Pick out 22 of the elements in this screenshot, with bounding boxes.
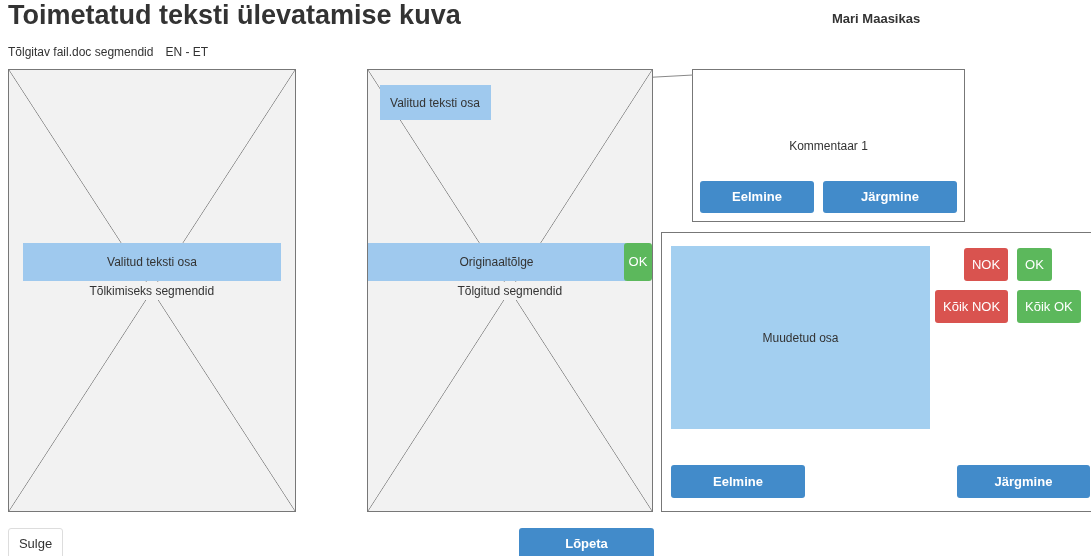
next-button[interactable]: Järgmine	[957, 465, 1090, 498]
panel-caption: Tõlgitud segmendid	[455, 282, 565, 300]
selected-segment[interactable]: Valitud teksti osa	[23, 243, 281, 281]
user-name: Mari Maasikas	[832, 10, 921, 28]
language-pair: EN - ET	[165, 45, 209, 59]
previous-button[interactable]: Eelmine	[671, 465, 805, 498]
previous-button[interactable]: Eelmine	[700, 181, 814, 213]
next-button[interactable]: Järgmine	[823, 181, 957, 213]
finish-button[interactable]: Lõpeta	[519, 528, 654, 556]
page-title: Toimetatud teksti ülevatamise kuva	[8, 0, 462, 30]
ok-button[interactable]: OK	[624, 243, 652, 281]
changed-part[interactable]: Muudetud osa	[671, 246, 930, 429]
reject-button[interactable]: NOK	[963, 248, 1009, 281]
reject-button[interactable]: Kõik NOK	[935, 290, 1009, 323]
accept-button[interactable]: Kõik OK	[1017, 290, 1081, 323]
accept-button[interactable]: OK	[1017, 248, 1052, 281]
panel-caption: Tõlkimiseks segmendid	[87, 282, 217, 300]
selected-text[interactable]: Valitud teksti osa	[379, 85, 491, 120]
file-label: Tõlgitav fail.doc segmendid	[8, 45, 154, 59]
close-button[interactable]: Sulge	[8, 528, 63, 556]
comment-text: Kommentaar 1	[789, 138, 868, 155]
original-translation[interactable]: Originaaltõlge	[367, 243, 626, 281]
